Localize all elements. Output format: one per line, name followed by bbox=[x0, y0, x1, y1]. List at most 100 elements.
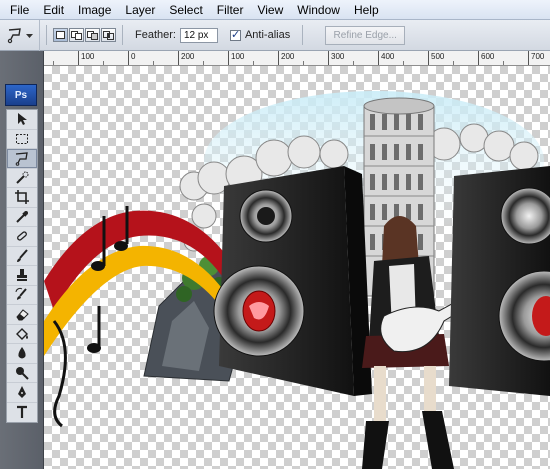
clone-stamp-tool[interactable] bbox=[7, 266, 37, 286]
dodge-tool[interactable] bbox=[7, 364, 37, 383]
ruler-label: 400 bbox=[381, 52, 395, 61]
divider bbox=[46, 25, 47, 45]
healing-brush-tool[interactable] bbox=[7, 227, 37, 247]
healing-brush-icon bbox=[17, 231, 27, 241]
ruler-minor-tick bbox=[153, 61, 154, 65]
paint-bucket-tool[interactable] bbox=[7, 325, 37, 344]
lasso-preset-icon bbox=[7, 28, 21, 44]
menu-edit[interactable]: Edit bbox=[36, 0, 71, 20]
ruler-minor-tick bbox=[303, 61, 304, 65]
ruler-minor-tick bbox=[353, 61, 354, 65]
brush-tool[interactable] bbox=[7, 247, 37, 266]
crop-tool[interactable] bbox=[7, 188, 37, 208]
history-brush-icon bbox=[15, 287, 27, 300]
ruler-label: 700 bbox=[531, 52, 545, 61]
ruler-tick bbox=[128, 51, 129, 65]
tool-preset-picker[interactable] bbox=[0, 19, 40, 51]
pen-tool-icon bbox=[18, 386, 26, 399]
menu-view[interactable]: View bbox=[250, 0, 290, 20]
antialias-label: Anti-alias bbox=[244, 29, 291, 41]
refine-edge-button[interactable]: Refine Edge... bbox=[325, 25, 406, 45]
eyedropper-icon bbox=[16, 210, 28, 223]
ruler-label: 600 bbox=[481, 52, 495, 61]
lasso-tool[interactable] bbox=[7, 149, 37, 169]
intersect-selection-button[interactable] bbox=[101, 28, 116, 42]
blur-tool[interactable] bbox=[7, 344, 37, 364]
menu-image[interactable]: Image bbox=[71, 0, 118, 20]
type-tool-icon bbox=[17, 406, 27, 419]
new-selection-icon bbox=[56, 31, 65, 39]
quick-select-icon bbox=[16, 171, 29, 184]
menu-window[interactable]: Window bbox=[290, 0, 347, 20]
ruler-tick bbox=[378, 51, 379, 65]
type-tool[interactable] bbox=[7, 403, 37, 423]
intersect-selection-icon bbox=[103, 30, 114, 40]
ruler-tick bbox=[278, 51, 279, 65]
eraser-tool[interactable] bbox=[7, 305, 37, 325]
menu-select[interactable]: Select bbox=[162, 0, 209, 20]
subtract-selection-button[interactable] bbox=[85, 28, 100, 42]
subtract-selection-icon bbox=[87, 30, 98, 40]
menu-file[interactable]: File bbox=[8, 0, 36, 20]
ruler-label: 300 bbox=[331, 52, 345, 61]
ruler-minor-tick bbox=[453, 61, 454, 65]
divider bbox=[122, 25, 123, 45]
crop-tool-icon bbox=[15, 190, 29, 205]
divider bbox=[302, 25, 304, 45]
right-speaker-image bbox=[449, 166, 550, 396]
menu-layer[interactable]: Layer bbox=[118, 0, 162, 20]
ruler-label: 100 bbox=[231, 52, 245, 61]
pen-tool[interactable] bbox=[7, 383, 37, 403]
ruler-tick bbox=[428, 51, 429, 65]
ruler-minor-tick bbox=[53, 61, 54, 65]
artwork-composition bbox=[44, 91, 550, 469]
tools-panel: Ps bbox=[0, 51, 44, 469]
quick-select-tool[interactable] bbox=[7, 169, 37, 188]
ruler-tick bbox=[78, 51, 79, 65]
chevron-down-icon bbox=[26, 33, 33, 38]
ruler-tick bbox=[228, 51, 229, 65]
ruler-tick bbox=[328, 51, 329, 65]
document-canvas[interactable] bbox=[44, 66, 550, 469]
ruler-label: 100 bbox=[81, 52, 95, 61]
history-brush-tool[interactable] bbox=[7, 286, 37, 305]
ruler-label: 500 bbox=[431, 52, 445, 61]
left-speaker-image bbox=[213, 166, 372, 396]
lasso-tool-icon bbox=[15, 152, 28, 167]
feather-input[interactable] bbox=[179, 27, 218, 43]
ruler-label: 200 bbox=[181, 52, 195, 61]
new-selection-button[interactable] bbox=[53, 28, 68, 42]
ruler-minor-tick bbox=[203, 61, 204, 65]
ruler-tick bbox=[178, 51, 179, 65]
brush-tool-icon bbox=[17, 249, 28, 262]
move-tool-icon bbox=[18, 113, 27, 126]
dodge-tool-icon bbox=[16, 366, 29, 380]
add-selection-icon bbox=[71, 30, 82, 40]
ruler-label: 0 bbox=[131, 52, 136, 61]
marquee-tool-icon bbox=[16, 133, 28, 144]
ruler-minor-tick bbox=[103, 61, 104, 65]
ruler-minor-tick bbox=[503, 61, 504, 65]
ruler-minor-tick bbox=[253, 61, 254, 65]
menu-filter[interactable]: Filter bbox=[210, 0, 251, 20]
move-tool[interactable] bbox=[7, 110, 37, 130]
eraser-icon bbox=[16, 309, 29, 321]
photoshop-logo: Ps bbox=[5, 84, 37, 106]
antialias-checkbox[interactable] bbox=[229, 28, 241, 41]
paint-bucket-icon bbox=[16, 327, 28, 340]
add-selection-button[interactable] bbox=[69, 28, 84, 42]
menu-bar: File Edit Image Layer Select Filter View… bbox=[0, 0, 550, 20]
blur-tool-icon bbox=[18, 347, 26, 359]
ruler-label: 200 bbox=[281, 52, 295, 61]
feather-label: Feather: bbox=[135, 29, 176, 41]
horizontal-ruler: 100 0 200 100 200 300 400 500 600 700 bbox=[44, 51, 550, 66]
menu-help[interactable]: Help bbox=[347, 0, 386, 20]
tool-column bbox=[6, 109, 38, 423]
ruler-tick bbox=[478, 51, 479, 65]
marquee-tool[interactable] bbox=[7, 130, 37, 149]
eyedropper-tool[interactable] bbox=[7, 208, 37, 227]
selection-mode-group bbox=[53, 28, 116, 42]
ruler-minor-tick bbox=[403, 61, 404, 65]
clone-stamp-icon bbox=[17, 269, 27, 282]
options-bar: Feather: Anti-alias Refine Edge... bbox=[0, 19, 550, 51]
